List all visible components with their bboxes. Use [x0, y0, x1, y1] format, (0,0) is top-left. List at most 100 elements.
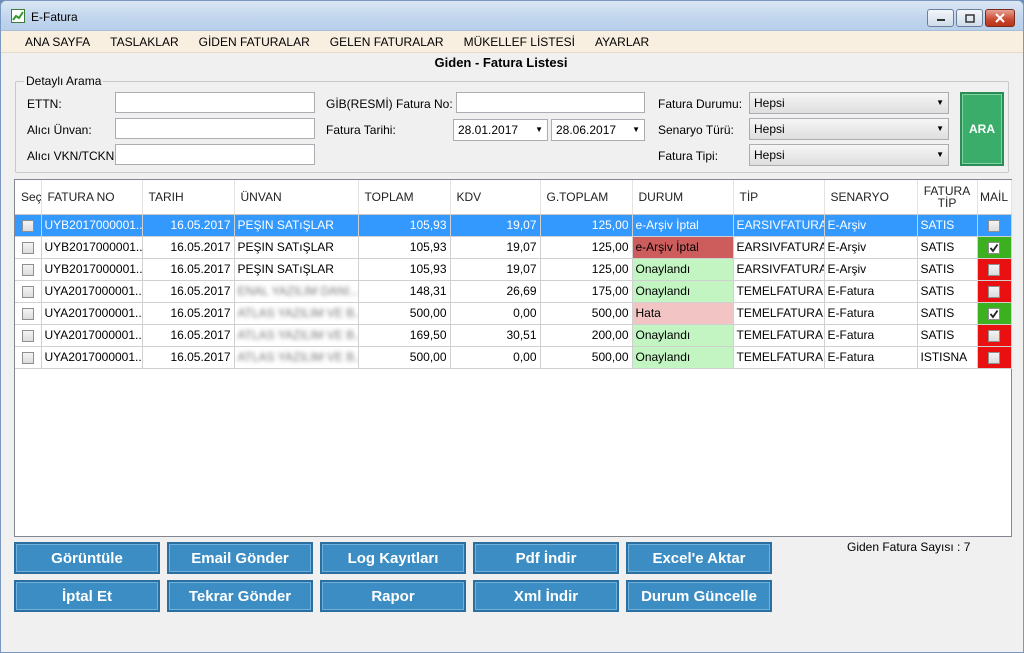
mail-checkbox-checked[interactable] — [988, 307, 1000, 320]
menu-taslaklar[interactable]: TASLAKLAR — [100, 31, 188, 53]
cell-select — [15, 236, 42, 259]
cell-fatura-tip: ISTISNA — [917, 346, 978, 369]
maximize-button[interactable] — [956, 9, 983, 27]
log-kayitlari-button[interactable]: Log Kayıtları — [320, 542, 466, 574]
goruntule-button[interactable]: Görüntüle — [14, 542, 160, 574]
gib-fatura-no-label: GİB(RESMİ) Fatura No: — [326, 97, 453, 111]
cell-durum: Onaylandı — [632, 280, 734, 303]
date-from-value: 28.01.2017 — [458, 123, 519, 137]
fatura-durumu-select[interactable]: Hepsi ▼ — [749, 92, 949, 114]
cell-toplam: 500,00 — [358, 346, 451, 369]
cell-fatura-tip: SATIS — [917, 324, 978, 347]
row-select-checkbox[interactable] — [21, 219, 34, 232]
mail-checkbox-checked[interactable] — [988, 241, 1000, 254]
row-select-checkbox[interactable] — [21, 329, 34, 342]
row-select-checkbox[interactable] — [21, 263, 34, 276]
col-sec[interactable]: Seç — [15, 180, 42, 215]
gib-fatura-no-input[interactable] — [456, 92, 645, 113]
col-fatura-tip[interactable]: FATURA TİP — [917, 180, 978, 215]
col-mail[interactable]: MAİL — [977, 180, 1012, 215]
col-tarih[interactable]: TARIH — [142, 180, 235, 215]
table-row[interactable]: UYA2017000001... 16.05.2017 ENAL YAZILIM D… — [15, 280, 1012, 303]
col-unvan[interactable]: ÜNVAN — [234, 180, 359, 215]
cell-kdv: 19,07 — [450, 236, 541, 259]
cell-toplam: 105,93 — [358, 214, 451, 237]
col-senaryo[interactable]: SENARYO — [824, 180, 918, 215]
cell-gtoplam: 125,00 — [540, 214, 633, 237]
col-gtoplam[interactable]: G.TOPLAM — [540, 180, 633, 215]
date-from-picker[interactable]: 28.01.2017 ▼ — [453, 119, 548, 141]
dropdown-arrow-icon: ▼ — [936, 98, 944, 107]
tekrar-gonder-button[interactable]: Tekrar Gönder — [167, 580, 313, 612]
mail-checkbox[interactable] — [988, 263, 1000, 276]
cell-unvan: ENAL YAZILIM DANI... — [234, 280, 359, 303]
menu-gelen-faturalar[interactable]: GELEN FATURALAR — [320, 31, 454, 53]
row-select-checkbox[interactable] — [21, 351, 34, 364]
table-row[interactable]: UYB2017000001... 16.05.2017 PEŞIN SATıŞLAR… — [15, 258, 1012, 281]
invoice-grid[interactable]: Seç FATURA NO TARIH ÜNVAN TOPLAM KDV G.T… — [14, 179, 1012, 537]
cell-tarih: 16.05.2017 — [142, 324, 235, 347]
col-tip[interactable]: TİP — [733, 180, 825, 215]
cell-fatura-tip: SATIS — [917, 280, 978, 303]
alici-vkn-input[interactable] — [115, 144, 315, 165]
col-fatura-no[interactable]: FATURA NO — [41, 180, 143, 215]
cell-tip: EARSIVFATURA — [733, 214, 825, 237]
close-icon — [995, 13, 1005, 23]
dropdown-arrow-icon: ▼ — [936, 150, 944, 159]
menu-giden-faturalar[interactable]: GİDEN FATURALAR — [189, 31, 320, 53]
mail-checkbox[interactable] — [988, 351, 1000, 364]
mail-checkbox[interactable] — [988, 219, 1000, 232]
cell-tarih: 16.05.2017 — [142, 346, 235, 369]
iptal-et-button[interactable]: İptal Et — [14, 580, 160, 612]
cell-tip: TEMELFATURA — [733, 280, 825, 303]
cell-durum: e-Arşiv İptal — [632, 214, 734, 237]
pdf-indir-button[interactable]: Pdf İndir — [473, 542, 619, 574]
col-kdv[interactable]: KDV — [450, 180, 541, 215]
menu-ayarlar[interactable]: AYARLAR — [585, 31, 659, 53]
cell-gtoplam: 175,00 — [540, 280, 633, 303]
col-durum[interactable]: DURUM — [632, 180, 734, 215]
email-gonder-button[interactable]: Email Gönder — [167, 542, 313, 574]
menu-ana-sayfa[interactable]: ANA SAYFA — [15, 31, 100, 53]
table-row[interactable]: UYA2017000001... 16.05.2017 ATLAS YAZILIM … — [15, 346, 1012, 369]
cell-fatura-no: UYB2017000001... — [41, 236, 143, 259]
durum-guncelle-button[interactable]: Durum Güncelle — [626, 580, 772, 612]
cell-tip: TEMELFATURA — [733, 324, 825, 347]
row-select-checkbox[interactable] — [21, 241, 34, 254]
close-button[interactable] — [985, 9, 1015, 27]
cell-kdv: 0,00 — [450, 346, 541, 369]
cell-gtoplam: 125,00 — [540, 258, 633, 281]
page-title: Giden - Fatura Listesi — [434, 55, 568, 70]
table-row[interactable]: UYB2017000001... 16.05.2017 PEŞIN SATıŞLAR… — [15, 236, 1012, 259]
ettn-input[interactable] — [115, 92, 315, 113]
cell-select — [15, 258, 42, 281]
cell-tip: TEMELFATURA — [733, 346, 825, 369]
menu-mukellef-listesi[interactable]: MÜKELLEF LİSTESİ — [454, 31, 585, 53]
checkmark-icon — [989, 243, 999, 253]
row-select-checkbox[interactable] — [21, 285, 34, 298]
row-select-checkbox[interactable] — [21, 307, 34, 320]
cell-mail — [977, 236, 1012, 259]
cell-durum: Hata — [632, 302, 734, 325]
senaryo-turu-select[interactable]: Hepsi ▼ — [749, 118, 949, 140]
cell-toplam: 500,00 — [358, 302, 451, 325]
table-row[interactable]: UYB2017000001... 16.05.2017 PEŞIN SATıŞLAR… — [15, 214, 1012, 237]
table-row[interactable]: UYA2017000001... 16.05.2017 ATLAS YAZILIM … — [15, 302, 1012, 325]
xml-indir-button[interactable]: Xml İndir — [473, 580, 619, 612]
mail-checkbox[interactable] — [988, 329, 1000, 342]
cell-durum: Onaylandı — [632, 346, 734, 369]
cell-mail — [977, 302, 1012, 325]
cell-toplam: 148,31 — [358, 280, 451, 303]
minimize-button[interactable] — [927, 9, 954, 27]
alici-unvan-input[interactable] — [115, 118, 315, 139]
date-to-picker[interactable]: 28.06.2017 ▼ — [551, 119, 645, 141]
col-toplam[interactable]: TOPLAM — [358, 180, 451, 215]
ara-button[interactable]: ARA — [960, 92, 1004, 166]
invoice-count: Giden Fatura Sayısı : 7 — [847, 540, 971, 554]
table-row[interactable]: UYA2017000001... 16.05.2017 ATLAS YAZILIM … — [15, 324, 1012, 347]
rapor-button[interactable]: Rapor — [320, 580, 466, 612]
mail-checkbox[interactable] — [988, 285, 1000, 298]
fatura-tipi-select[interactable]: Hepsi ▼ — [749, 144, 949, 166]
excel-aktar-button[interactable]: Excel'e Aktar — [626, 542, 772, 574]
cell-fatura-no: UYA2017000001... — [41, 346, 143, 369]
